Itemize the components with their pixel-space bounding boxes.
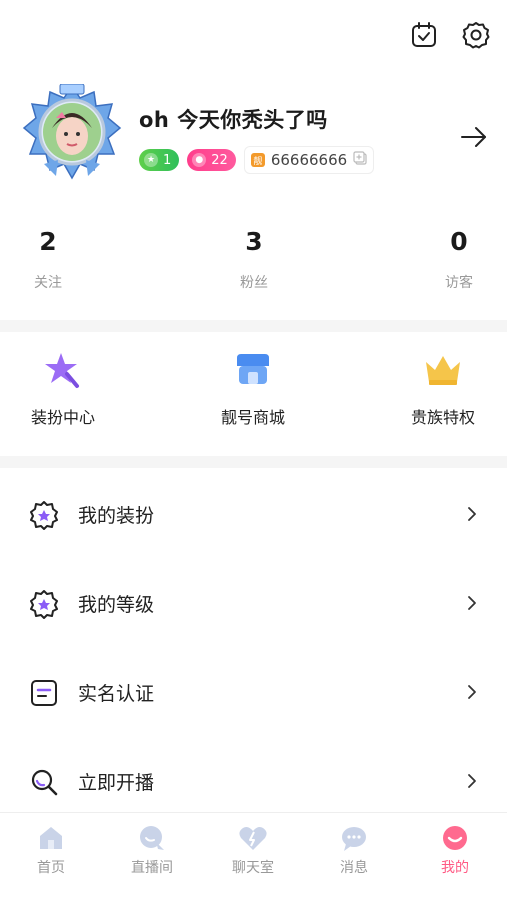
stat-value: 3: [245, 227, 263, 256]
menu-label: 我的装扮: [78, 505, 155, 527]
user-id: 66666666: [270, 151, 348, 169]
chat-room-icon: [238, 823, 268, 853]
chevron-right-icon: [468, 507, 476, 521]
chevron-right-icon: [468, 774, 476, 788]
tab-messages[interactable]: 消息: [309, 823, 399, 877]
stat-label: 访客: [445, 275, 473, 291]
menu-my-dressup[interactable]: 我的装扮: [0, 470, 507, 559]
arrow-right-icon[interactable]: [459, 122, 489, 152]
section-divider: [0, 320, 507, 332]
top-toolbar: [409, 20, 491, 50]
level-badge-value: 1: [163, 152, 172, 168]
menu-my-level[interactable]: 我的等级: [0, 559, 507, 648]
level-badge: ★ 1: [139, 149, 180, 171]
avatar[interactable]: [22, 83, 122, 184]
feature-label: 装扮中心: [30, 408, 95, 427]
home-icon: [36, 823, 66, 853]
bottom-tab-bar: 首页 直播间 聊天室 消息 我的: [0, 812, 507, 900]
star-wand-icon: [41, 348, 85, 392]
stat-fans[interactable]: 3 粉丝: [204, 224, 304, 292]
tab-label: 聊天室: [232, 860, 274, 876]
tab-label: 消息: [340, 860, 368, 876]
crown-icon: [421, 348, 465, 392]
tab-home[interactable]: 首页: [6, 823, 96, 877]
stat-label: 粉丝: [240, 275, 268, 291]
badge-icon: [28, 499, 60, 531]
pin-icon: ●: [192, 153, 207, 167]
feature-row: 装扮中心 靓号商城 贵族特权: [0, 348, 507, 448]
stat-label: 关注: [34, 275, 62, 291]
user-id-box[interactable]: 靓 66666666: [243, 146, 375, 174]
stat-value: 0: [450, 227, 468, 256]
menu-real-name-verification[interactable]: 实名认证: [0, 648, 507, 737]
tab-live-room[interactable]: 直播间: [107, 823, 197, 877]
feature-label: 靓号商城: [220, 408, 285, 427]
section-divider: [0, 456, 507, 468]
message-icon: [339, 823, 369, 853]
id-card-icon: [28, 677, 60, 709]
menu-label: 立即开播: [78, 772, 155, 794]
badge-row: ★ 1 ● 22 靓 66666666: [139, 146, 375, 174]
calendar-check-icon[interactable]: [409, 20, 439, 50]
search-live-icon: [28, 766, 60, 798]
tab-chat-room[interactable]: 聊天室: [208, 823, 298, 877]
tab-me[interactable]: 我的: [410, 823, 500, 877]
feature-number-shop[interactable]: 靓号商城: [198, 348, 308, 428]
feature-dressup-center[interactable]: 装扮中心: [8, 348, 118, 428]
location-badge: ● 22: [187, 149, 236, 171]
id-tag-icon: 靓: [250, 153, 265, 167]
shop-icon: [231, 348, 275, 392]
tab-label: 首页: [37, 860, 65, 876]
profile-header[interactable]: oh 今天你秃头了吗 ★ 1 ● 22 靓 66666666: [22, 83, 489, 184]
gear-icon[interactable]: [461, 20, 491, 50]
pink-badge-value: 22: [211, 152, 228, 168]
menu-label: 实名认证: [78, 683, 155, 705]
profile-page: oh 今天你秃头了吗 ★ 1 ● 22 靓 66666666 2 关注 3 粉丝…: [0, 0, 507, 900]
stat-value: 2: [39, 227, 57, 256]
stat-following[interactable]: 2 关注: [0, 224, 98, 292]
tab-label: 我的: [441, 860, 469, 876]
level-badge-icon: [28, 588, 60, 620]
feature-label: 贵族特权: [410, 408, 475, 427]
tab-label: 直播间: [131, 860, 173, 876]
copy-icon[interactable]: [353, 151, 367, 169]
chevron-right-icon: [468, 685, 476, 699]
feature-noble-privilege[interactable]: 贵族特权: [388, 348, 498, 428]
live-room-icon: [137, 823, 167, 853]
chevron-right-icon: [468, 596, 476, 610]
nickname: oh 今天你秃头了吗: [139, 108, 328, 132]
star-icon: ★: [144, 153, 158, 167]
settings-menu: 我的装扮 我的等级 实名认证 立即开播: [0, 470, 507, 826]
stats-row: 2 关注 3 粉丝 0 访客: [0, 224, 507, 304]
stat-visitors[interactable]: 0 访客: [409, 224, 507, 292]
menu-label: 我的等级: [78, 594, 155, 616]
me-icon: [440, 823, 470, 853]
